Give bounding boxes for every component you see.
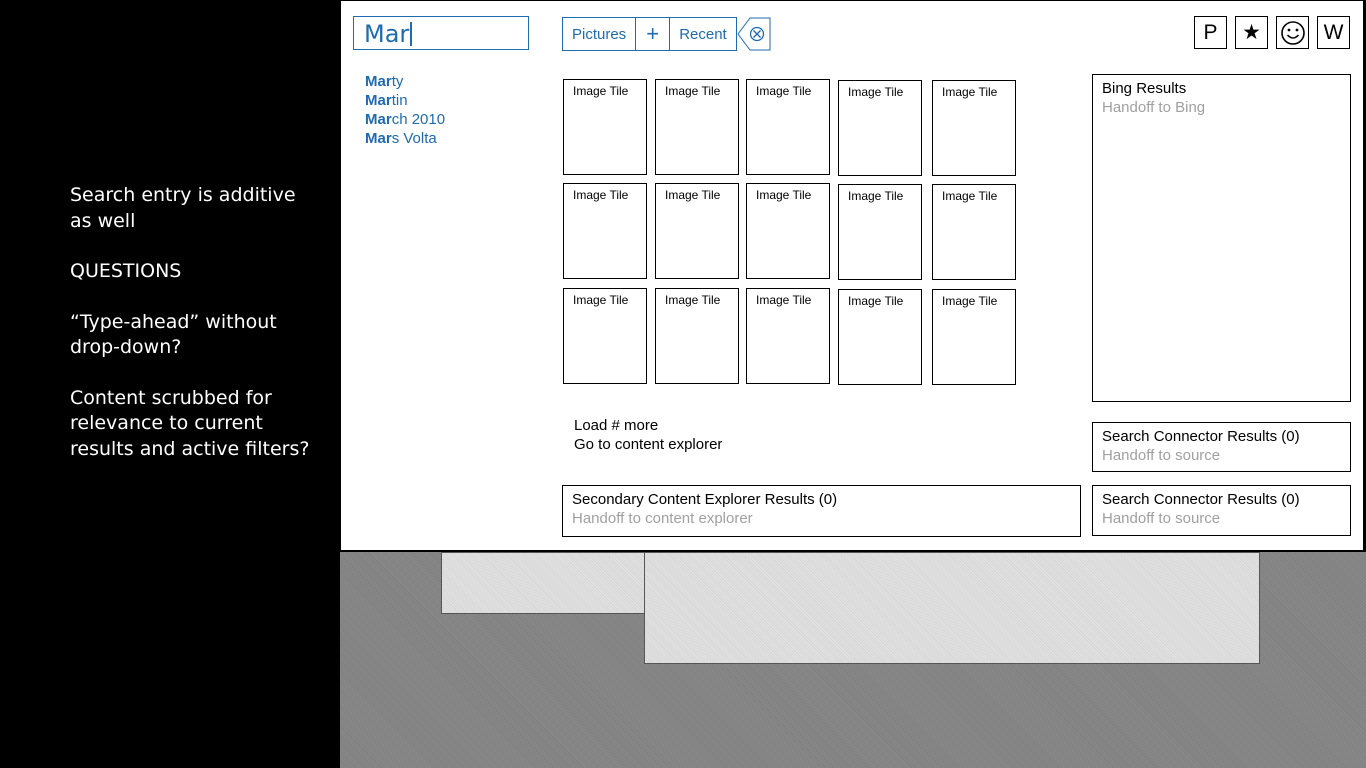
- w-button[interactable]: W: [1317, 16, 1350, 49]
- image-tile[interactable]: Image Tile: [838, 184, 922, 280]
- note-questions: QUESTIONS: [70, 260, 182, 282]
- filter-bar: Pictures + Recent: [562, 17, 771, 51]
- image-tile[interactable]: Image Tile: [932, 289, 1016, 385]
- suggestion-match: Mar: [365, 73, 392, 90]
- star-icon[interactable]: ★: [1235, 16, 1268, 49]
- search-pane: Mar Marty Martin March 2010 Mars Volta P…: [340, 0, 1364, 551]
- go-to-content-explorer-link[interactable]: Go to content explorer: [574, 435, 722, 454]
- filter-recent-button[interactable]: Recent: [670, 17, 737, 51]
- suggestion-rest: s Volta: [391, 130, 437, 147]
- suggestion-rest: tin: [391, 92, 408, 109]
- suggestion-item[interactable]: Marty: [365, 72, 445, 91]
- search-connector-results-panel: Search Connector Results (0) Handoff to …: [1092, 485, 1351, 536]
- image-tile[interactable]: Image Tile: [563, 183, 647, 279]
- search-connector-results-panel: Search Connector Results (0) Handoff to …: [1092, 422, 1351, 472]
- image-tile[interactable]: Image Tile: [563, 79, 647, 175]
- note-type-ahead: “Type-ahead” without drop-down?: [70, 310, 277, 359]
- suggestion-match: Mar: [365, 92, 392, 109]
- image-tile[interactable]: Image Tile: [655, 183, 739, 279]
- secondary-content-explorer-title: Secondary Content Explorer Results (0): [572, 491, 838, 508]
- handoff-to-source-link[interactable]: Handoff to source: [1102, 509, 1341, 528]
- clear-filters-button[interactable]: [737, 17, 771, 51]
- filter-pictures-button[interactable]: Pictures: [562, 17, 637, 51]
- image-tile[interactable]: Image Tile: [838, 80, 922, 176]
- image-tile[interactable]: Image Tile: [655, 79, 739, 175]
- smiley-face-icon: [1280, 20, 1305, 45]
- p-button[interactable]: P: [1194, 16, 1227, 49]
- bing-results-panel: Bing Results Handoff to Bing: [1092, 74, 1351, 402]
- handoff-to-content-explorer-link[interactable]: Handoff to content explorer: [572, 509, 1071, 528]
- search-input-value: Mar: [364, 20, 410, 48]
- suggestion-rest: ty: [391, 73, 404, 90]
- suggestion-match: Mar: [365, 130, 392, 147]
- image-tile[interactable]: Image Tile: [932, 80, 1016, 176]
- image-tile[interactable]: Image Tile: [746, 183, 830, 279]
- search-input[interactable]: Mar: [353, 16, 529, 50]
- image-tile[interactable]: Image Tile: [563, 288, 647, 384]
- image-tile-grid: Image Tile Image Tile Image Tile Image T…: [563, 79, 1023, 387]
- suggestion-item[interactable]: March 2010: [365, 110, 445, 129]
- image-tile[interactable]: Image Tile: [746, 288, 830, 384]
- image-tile[interactable]: Image Tile: [932, 184, 1016, 280]
- add-filter-button[interactable]: +: [636, 17, 671, 51]
- search-connector-title: Search Connector Results (0): [1102, 428, 1300, 445]
- background-window: [441, 552, 647, 614]
- smiley-icon[interactable]: [1276, 16, 1309, 49]
- search-connector-title: Search Connector Results (0): [1102, 491, 1300, 508]
- annotation-notes: Search entry is additive as well QUESTIO…: [70, 183, 310, 487]
- suggestion-item[interactable]: Mars Volta: [365, 129, 445, 148]
- top-icons: P ★ W: [1194, 16, 1350, 49]
- type-ahead-suggestions: Marty Martin March 2010 Mars Volta: [365, 72, 445, 148]
- result-links: Load # more Go to content explorer: [574, 416, 722, 454]
- suggestion-item[interactable]: Martin: [365, 91, 445, 110]
- image-tile[interactable]: Image Tile: [655, 288, 739, 384]
- background-window: [644, 552, 1260, 664]
- bing-results-title: Bing Results: [1102, 80, 1187, 97]
- image-tile[interactable]: Image Tile: [838, 289, 922, 385]
- handoff-to-bing-link[interactable]: Handoff to Bing: [1102, 98, 1341, 117]
- note-content-scrubbed: Content scrubbed for relevance to curren…: [70, 386, 310, 460]
- load-more-link[interactable]: Load # more: [574, 416, 722, 435]
- note-additive: Search entry is additive as well: [70, 184, 296, 232]
- text-caret: [410, 22, 413, 46]
- handoff-to-source-link[interactable]: Handoff to source: [1102, 446, 1341, 465]
- suggestion-match: Mar: [365, 111, 392, 128]
- secondary-content-explorer-panel: Secondary Content Explorer Results (0) H…: [562, 485, 1081, 537]
- suggestion-rest: ch 2010: [391, 111, 446, 128]
- close-circle-icon: [737, 17, 771, 51]
- image-tile[interactable]: Image Tile: [746, 79, 830, 175]
